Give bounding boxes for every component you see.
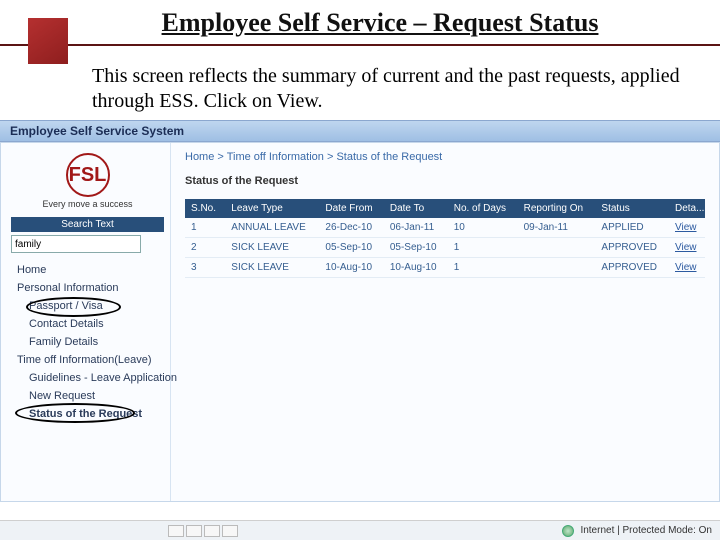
th-days: No. of Days <box>448 199 518 218</box>
search-label: Search Text <box>11 217 164 232</box>
browser-statusbar: Internet | Protected Mode: On <box>0 520 720 540</box>
logo-tagline: Every move a success <box>11 199 164 209</box>
internet-zone-icon <box>562 525 574 537</box>
table-header: S.No. Leave Type Date From Date To No. o… <box>185 199 705 218</box>
breadcrumb-current: Status of the Request <box>336 151 442 163</box>
search-input[interactable] <box>11 235 141 253</box>
logo-area: FSL Every move a success <box>11 153 164 209</box>
nav-contact[interactable]: Contact Details <box>11 315 164 333</box>
slide-title: Employee Self Service – Request Status <box>40 8 720 38</box>
view-link[interactable]: View <box>675 242 697 253</box>
th-repon: Reporting On <box>518 199 596 218</box>
th-status: Status <box>595 199 669 218</box>
view-link[interactable]: View <box>675 262 697 273</box>
th-sno: S.No. <box>185 199 225 218</box>
th-type: Leave Type <box>225 199 319 218</box>
nav-passport[interactable]: Passport / Visa <box>11 297 164 315</box>
app-titlebar: Employee Self Service System <box>0 120 720 142</box>
title-rule <box>0 44 720 46</box>
breadcrumb: Home > Time off Information > Status of … <box>185 151 705 163</box>
nav-home[interactable]: Home <box>11 261 164 279</box>
content-pane: Home > Time off Information > Status of … <box>171 143 719 501</box>
slide-description: This screen reflects the summary of curr… <box>0 60 720 120</box>
table-row: 3 SICK LEAVE 10-Aug-10 10-Aug-10 1 APPRO… <box>185 258 705 278</box>
sidebar: FSL Every move a success Search Text Hom… <box>1 143 171 501</box>
breadcrumb-home[interactable]: Home <box>185 151 214 163</box>
request-table: S.No. Leave Type Date From Date To No. o… <box>185 199 705 278</box>
statusbar-text: Internet | Protected Mode: On <box>580 525 712 536</box>
table-row: 2 SICK LEAVE 05-Sep-10 05-Sep-10 1 APPRO… <box>185 238 705 258</box>
breadcrumb-timeoff[interactable]: Time off Information <box>227 151 324 163</box>
content-subheading: Status of the Request <box>185 175 705 187</box>
th-to: Date To <box>384 199 448 218</box>
app-body: FSL Every move a success Search Text Hom… <box>0 142 720 502</box>
view-link[interactable]: View <box>675 222 697 233</box>
th-deta: Deta... <box>669 199 705 218</box>
table-row: 1 ANNUAL LEAVE 26-Dec-10 06-Jan-11 10 09… <box>185 218 705 238</box>
nav-timeoff[interactable]: Time off Information(Leave) <box>11 351 164 369</box>
nav-guidelines[interactable]: Guidelines - Leave Application <box>11 369 164 387</box>
slide-accent-block <box>28 18 68 64</box>
nav-status[interactable]: Status of the Request <box>11 405 164 423</box>
nav-new-request[interactable]: New Request <box>11 387 164 405</box>
nav-family[interactable]: Family Details <box>11 333 164 351</box>
th-from: Date From <box>319 199 383 218</box>
nav-personal-info[interactable]: Personal Information <box>11 279 164 297</box>
nav-tree: Home Personal Information Passport / Vis… <box>11 261 164 423</box>
statusbar-panes <box>168 525 238 537</box>
logo-icon: FSL <box>66 153 110 197</box>
